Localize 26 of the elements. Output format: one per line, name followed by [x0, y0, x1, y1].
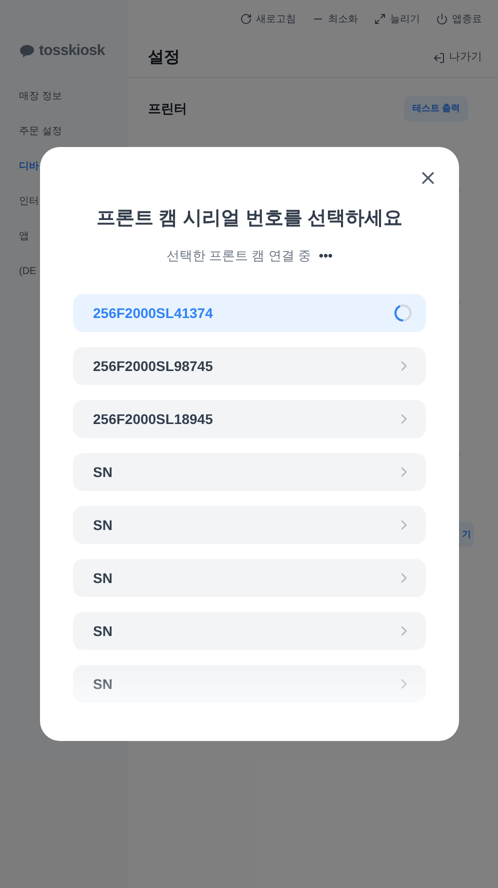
exit-icon	[433, 52, 445, 64]
test-print-button[interactable]: 테스트 출력	[404, 96, 468, 122]
serial-option[interactable]: SN	[73, 453, 426, 491]
window-action[interactable]: 새로고침	[240, 12, 296, 26]
serial-option[interactable]: 256F2000SL18945	[73, 400, 426, 438]
section-title: 프린터	[148, 100, 187, 118]
serial-option[interactable]: SN	[73, 506, 426, 544]
expand-icon	[374, 13, 386, 25]
dialog-subtitle: 선택한 프론트 캠 연결 중	[166, 246, 311, 264]
window-action[interactable]: 앱종료	[436, 12, 482, 26]
serial-option[interactable]: SN	[73, 559, 426, 597]
serial-option[interactable]: 256F2000SL98745	[73, 347, 426, 385]
sidebar-item[interactable]: 매장 정보	[0, 79, 128, 114]
loading-dots: •••	[318, 246, 333, 264]
page-title: 설정	[148, 48, 180, 68]
logo-icon	[19, 44, 35, 58]
serial-option[interactable]: 256F2000SL41374	[73, 294, 426, 332]
serial-option[interactable]: SN	[73, 665, 426, 703]
logo-text: tosskiosk	[39, 40, 105, 61]
window-action[interactable]: 최소화	[312, 12, 358, 26]
serial-option[interactable]: SN	[73, 612, 426, 650]
power-icon	[436, 13, 448, 25]
refresh-icon	[240, 13, 252, 25]
window-action[interactable]: 늘리기	[374, 12, 420, 26]
exit-button[interactable]: 나가기	[433, 49, 482, 66]
dialog-title: 프론트 캠 시리얼 번호를 선택하세요	[96, 207, 403, 231]
